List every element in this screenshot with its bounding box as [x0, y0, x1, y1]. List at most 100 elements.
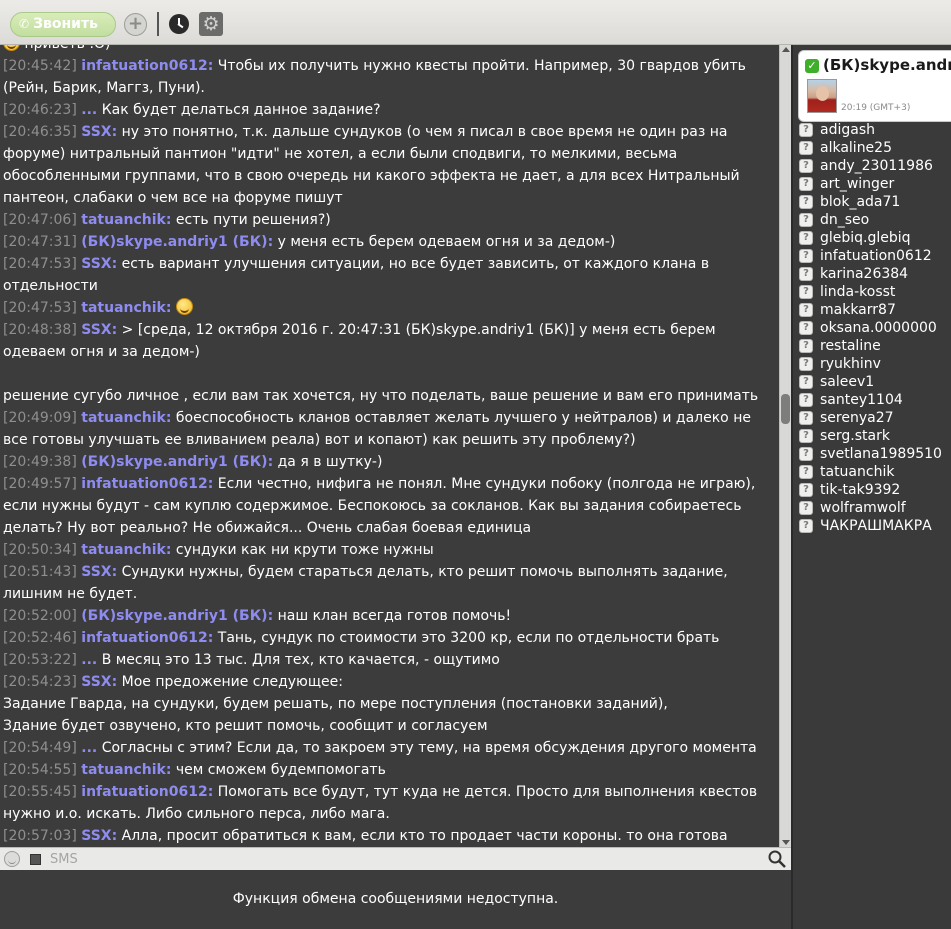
message-sender[interactable]: tatuanchik: — [81, 300, 171, 316]
message-sender[interactable]: tatuanchik: — [81, 542, 171, 558]
contact-name: svetlana1989510 — [820, 446, 942, 462]
profile-card[interactable]: ✓ (БК)skype.andriy1 20:19 (GMT+3) — [798, 50, 951, 122]
message-sender[interactable]: SSX: — [81, 322, 117, 338]
search-icon[interactable] — [768, 850, 786, 868]
scrollbar-thumb[interactable] — [781, 394, 790, 424]
message-sender[interactable]: ... — [81, 740, 97, 756]
avatar[interactable] — [807, 79, 837, 113]
unknown-status-icon: ? — [799, 303, 813, 317]
chat-message: приветь :O) — [0, 45, 775, 55]
message-sender[interactable]: infatuation0612: — [81, 784, 213, 800]
chat-scrollbar[interactable] — [779, 45, 791, 847]
contact-item[interactable]: ? restaline — [799, 337, 951, 355]
sms-input[interactable] — [50, 849, 750, 869]
message-timestamp: [20:47:53] — [3, 256, 77, 272]
message-sender[interactable]: SSX: — [81, 124, 117, 140]
contact-item[interactable]: ? svetlana1989510 — [799, 445, 951, 463]
chat-message: [20:47:53] SSX: есть вариант улучшения с… — [0, 253, 775, 297]
contact-name: karina26384 — [820, 266, 909, 282]
contact-item[interactable]: ? ЧАКРАШМАКРА — [799, 517, 951, 535]
contact-name: oksana.0000000 — [820, 320, 937, 336]
message-sender[interactable]: infatuation0612: — [81, 630, 213, 646]
scroll-down-arrow-icon[interactable] — [782, 840, 790, 845]
contact-item[interactable]: ? serg.stark — [799, 427, 951, 445]
message-sender[interactable]: infatuation0612: — [81, 58, 213, 74]
message-sender[interactable]: (БК)skype.andriy1 (БК): — [81, 608, 273, 624]
contact-item[interactable]: ? art_winger — [799, 175, 951, 193]
message-sender[interactable]: SSX: — [81, 674, 117, 690]
contact-item[interactable]: ? makkarr87 — [799, 301, 951, 319]
contact-item[interactable]: ? glebiq.glebiq — [799, 229, 951, 247]
smile-emoji-icon — [3, 45, 20, 51]
message-sender[interactable]: (БК)skype.andriy1 (БК): — [81, 234, 273, 250]
unknown-status-icon: ? — [799, 465, 813, 479]
message-sender[interactable]: SSX: — [81, 564, 117, 580]
message-text: чем сможем будемпомогать — [175, 762, 386, 778]
chat-message: [20:46:23] ... Как будет делаться данное… — [0, 99, 775, 121]
contact-item[interactable]: ? blok_ada71 — [799, 193, 951, 211]
chat-message: [20:52:00] (БК)skype.andriy1 (БК): наш к… — [0, 605, 775, 627]
unknown-status-icon: ? — [799, 339, 813, 353]
contact-item[interactable]: ? alkaline25 — [799, 139, 951, 157]
add-contact-button[interactable]: + — [124, 13, 147, 36]
unknown-status-icon: ? — [799, 231, 813, 245]
contact-item[interactable]: ? serenya27 — [799, 409, 951, 427]
smile-icon[interactable] — [4, 851, 20, 867]
chat-message: [20:49:38] (БК)skype.andriy1 (БК): да я … — [0, 451, 775, 473]
contact-item[interactable]: ? linda-kosst — [799, 283, 951, 301]
chat-history[interactable]: приветь :O) [20:45:42] infatuation0612: Ч… — [0, 45, 779, 847]
contact-item[interactable]: ? tik-tak9392 — [799, 481, 951, 499]
toolbar-separator — [157, 12, 159, 36]
unknown-status-icon: ? — [799, 321, 813, 335]
chat-message: [20:54:49] ... Согласны с этим? Если да,… — [0, 737, 775, 759]
chat-message: [20:50:34] tatuanchik: сундуки как ни кр… — [0, 539, 775, 561]
message-timestamp: [20:52:46] — [3, 630, 77, 646]
chat-message: [20:52:46] infatuation0612: Тань, сундук… — [0, 627, 775, 649]
message-sender[interactable]: ... — [81, 652, 97, 668]
contact-item[interactable]: ? wolframwolf — [799, 499, 951, 517]
contact-item[interactable]: ? karina26384 — [799, 265, 951, 283]
message-sender[interactable]: SSX: — [81, 256, 117, 272]
clock-icon[interactable] — [169, 14, 189, 34]
contact-item[interactable]: ? tatuanchik — [799, 463, 951, 481]
contact-item[interactable]: ? oksana.0000000 — [799, 319, 951, 337]
contact-item[interactable]: ? andy_23011986 — [799, 157, 951, 175]
message-text: да я в шутку-) — [277, 454, 383, 470]
contact-name: adigash — [820, 122, 875, 138]
gear-icon[interactable]: ⚙ — [199, 12, 223, 36]
message-text: решение сугубо личное , если вам так хоч… — [3, 388, 759, 404]
message-sender[interactable]: (БК)skype.andriy1 (БК): — [81, 454, 273, 470]
call-button[interactable]: ✆ Звонить — [10, 12, 116, 37]
unknown-status-icon: ? — [799, 177, 813, 191]
contact-item[interactable]: ? ryukhinv — [799, 355, 951, 373]
contact-name: makkarr87 — [820, 302, 896, 318]
unknown-status-icon: ? — [799, 141, 813, 155]
message-sender[interactable]: tatuanchik: — [81, 762, 171, 778]
contact-item[interactable]: ? adigash — [799, 121, 951, 139]
contact-item[interactable]: ? dn_seo — [799, 211, 951, 229]
contact-item[interactable]: ? infatuation0612 — [799, 247, 951, 265]
chat-message: [20:49:09] tatuanchik: боеспособность кл… — [0, 407, 775, 451]
message-sender[interactable]: SSX: — [81, 828, 117, 844]
message-sender[interactable]: ... — [81, 102, 97, 118]
message-sender[interactable]: tatuanchik: — [81, 212, 171, 228]
chat-message: решение сугубо личное , если вам так хоч… — [0, 385, 775, 407]
contact-item[interactable]: ? santey1104 — [799, 391, 951, 409]
chat-message: [20:55:45] infatuation0612: Помогать все… — [0, 781, 775, 825]
contact-name: serg.stark — [820, 428, 890, 444]
chat-message: Здание будет озвучено, кто решит помочь,… — [0, 715, 775, 737]
message-timestamp: [20:55:45] — [3, 784, 77, 800]
call-button-label: Звонить — [33, 16, 98, 32]
unknown-status-icon: ? — [799, 195, 813, 209]
message-sender[interactable]: infatuation0612: — [81, 476, 213, 492]
unknown-status-icon: ? — [799, 285, 813, 299]
message-timestamp: [20:46:35] — [3, 124, 77, 140]
message-timestamp: [20:50:34] — [3, 542, 77, 558]
sms-checkbox[interactable] — [30, 854, 41, 865]
contact-name: saleev1 — [820, 374, 875, 390]
unknown-status-icon: ? — [799, 267, 813, 281]
message-sender[interactable]: tatuanchik: — [81, 410, 171, 426]
scroll-up-arrow-icon[interactable] — [782, 47, 790, 52]
contact-item[interactable]: ? saleev1 — [799, 373, 951, 391]
unknown-status-icon: ? — [799, 411, 813, 425]
